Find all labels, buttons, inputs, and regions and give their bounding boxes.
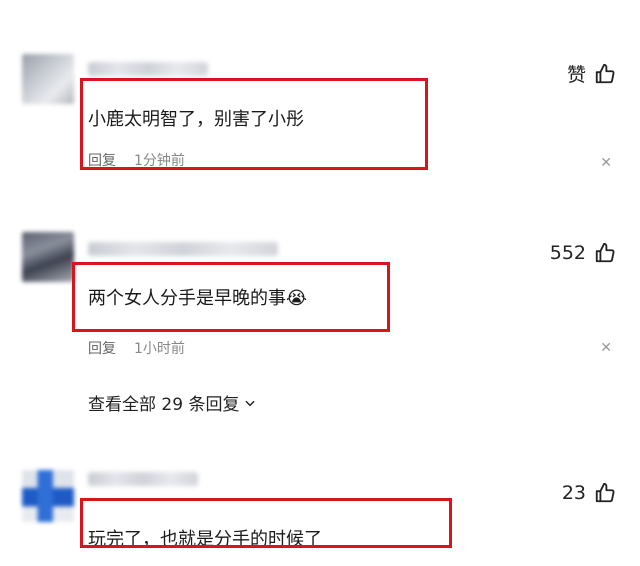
close-icon[interactable]: ✕ (600, 155, 612, 171)
close-icon[interactable]: ✕ (600, 340, 612, 356)
thumbs-up-icon (595, 63, 615, 83)
avatar[interactable] (22, 54, 74, 104)
highlight-box (80, 498, 452, 548)
like-count: 552 (549, 242, 586, 264)
avatar[interactable] (22, 232, 74, 282)
like-button[interactable]: 赞 (567, 60, 616, 87)
view-all-replies-label: 查看全部 29 条回复 (88, 395, 240, 415)
username-blurred[interactable] (88, 242, 278, 256)
highlight-box (80, 78, 428, 170)
username-blurred[interactable] (88, 472, 198, 486)
highlight-box (72, 262, 390, 332)
like-button[interactable]: 552 (550, 242, 616, 264)
thumbs-up-icon (595, 482, 615, 503)
thumbs-up-icon (595, 242, 615, 263)
like-label: 赞 (566, 64, 586, 86)
comment-meta: 回复 1小时前 (88, 338, 185, 358)
like-count: 23 (561, 482, 586, 504)
avatar (22, 470, 74, 522)
timestamp: 1小时前 (134, 341, 185, 357)
username-blurred[interactable] (88, 62, 208, 76)
reply-button[interactable]: 回复 (88, 341, 116, 357)
view-all-replies-link[interactable]: 查看全部 29 条回复 (88, 390, 257, 415)
chevron-down-icon (245, 400, 256, 406)
like-button[interactable]: 23 (562, 482, 616, 504)
